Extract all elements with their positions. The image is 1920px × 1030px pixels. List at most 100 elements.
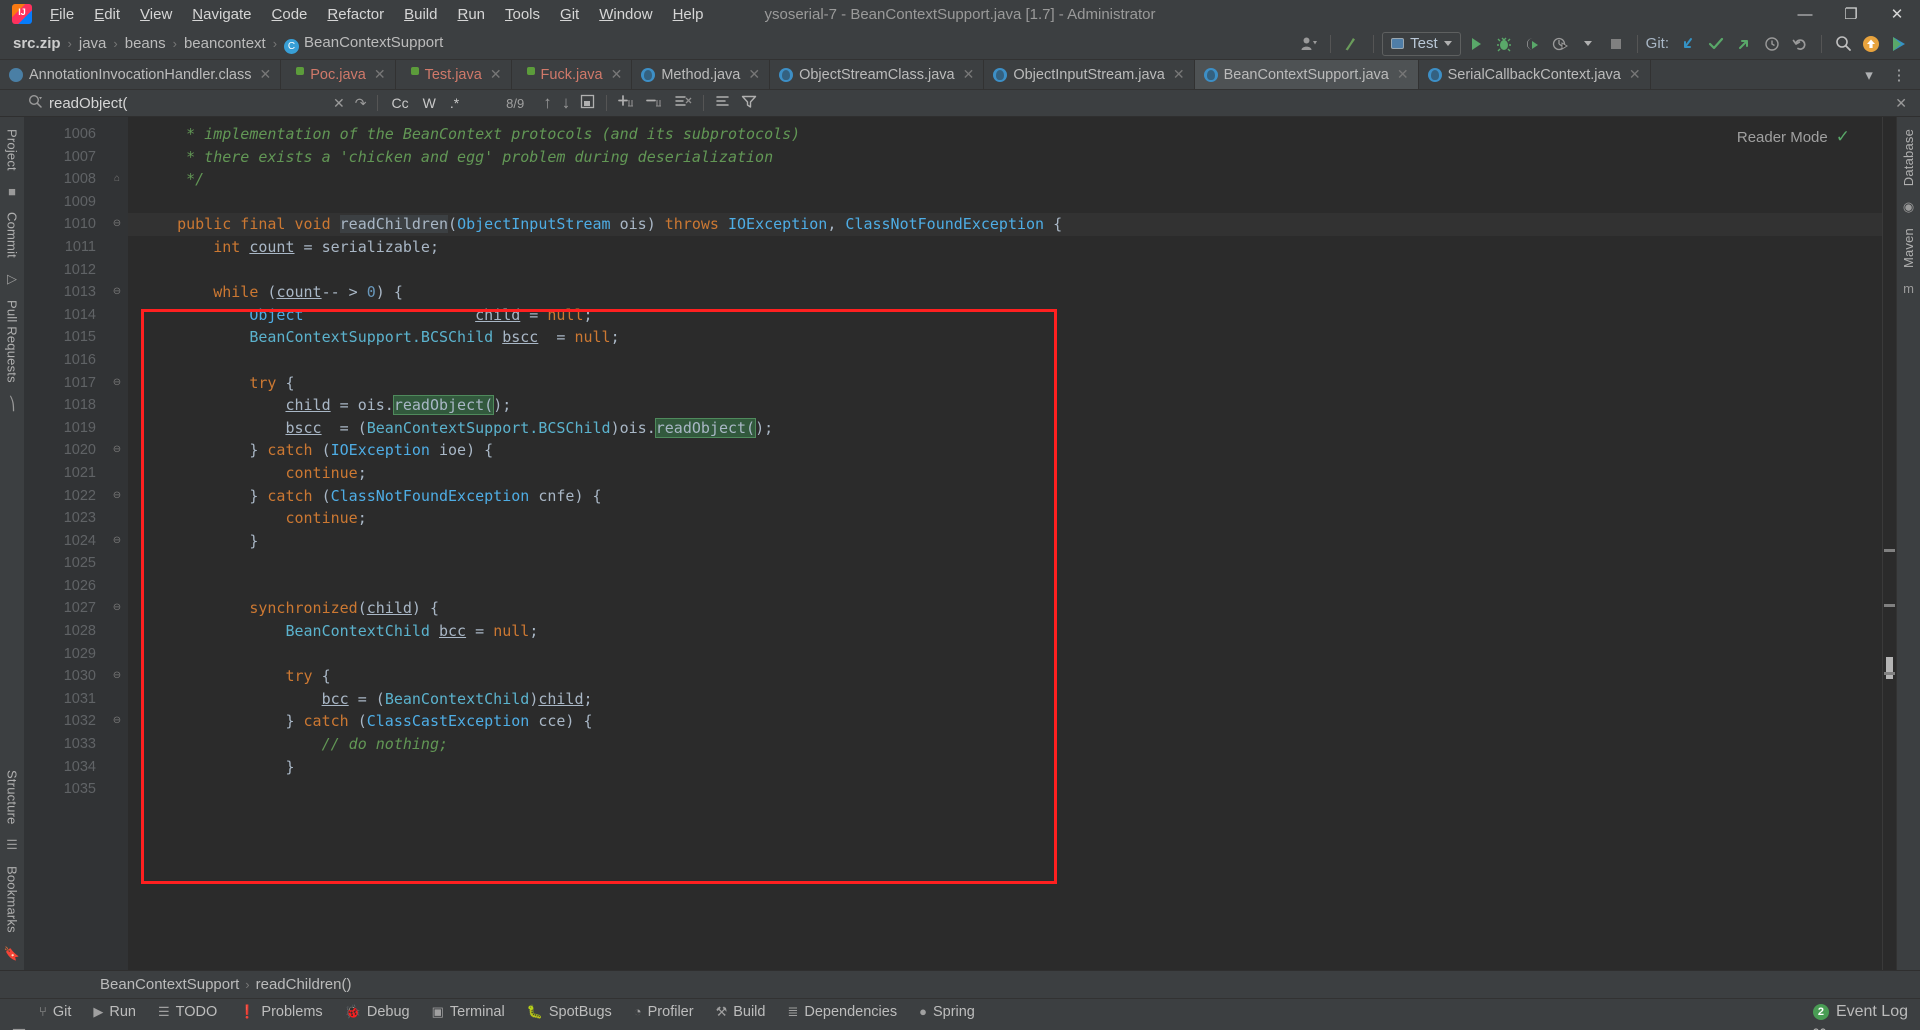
git-commit-icon[interactable]	[1703, 31, 1729, 57]
menu-tools[interactable]: Tools	[495, 2, 550, 27]
tool-window-build[interactable]: ⚒ Build	[705, 1001, 777, 1023]
line-number[interactable]: 1025	[24, 552, 106, 575]
editor-tab-method-java[interactable]: Method.java ✕	[632, 60, 771, 89]
event-log-widget[interactable]: 2 Event Log	[1812, 1003, 1920, 1021]
breadcrumb-beancontext[interactable]: beancontext	[181, 35, 269, 52]
build-project-icon[interactable]	[1339, 31, 1365, 57]
close-tab-icon[interactable]: ✕	[611, 66, 623, 83]
code-line[interactable]: BeanContextChild bcc = null;	[128, 620, 1896, 643]
close-tab-icon[interactable]: ✕	[748, 66, 760, 83]
code-line[interactable]: while (count-- > 0) {	[128, 281, 1896, 304]
tool-window-spotbugs[interactable]: 🐛 SpotBugs	[516, 1001, 623, 1023]
line-number[interactable]: 1033	[24, 733, 106, 756]
code-line[interactable]: * there exists a 'chicken and egg' probl…	[128, 146, 1896, 169]
error-stripe[interactable]	[1882, 117, 1896, 970]
line-number[interactable]: 1012	[24, 259, 106, 282]
code-line[interactable]: public final void readChildren(ObjectInp…	[128, 213, 1896, 236]
line-number[interactable]: 1034	[24, 756, 106, 779]
close-tab-icon[interactable]: ✕	[490, 66, 502, 83]
editor-tab-poc-java[interactable]: Poc.java ✕	[281, 60, 396, 89]
editor-tab-beancontextsupport-java[interactable]: BeanContextSupport.java ✕	[1194, 60, 1419, 89]
line-number[interactable]: 1019	[24, 417, 106, 440]
editor-tab-objectinputstream-java[interactable]: ObjectInputStream.java ✕	[984, 60, 1195, 89]
close-tab-icon[interactable]: ✕	[1397, 66, 1409, 83]
preview-icon[interactable]	[710, 94, 736, 112]
code-line[interactable]: } catch (ClassNotFoundException cnfe) {	[128, 485, 1896, 508]
line-number[interactable]: 1032	[24, 710, 106, 733]
menu-edit[interactable]: Edit	[84, 2, 130, 27]
code-line[interactable]: bcc = (BeanContextChild)child;	[128, 688, 1896, 711]
code-line[interactable]: */	[128, 168, 1896, 191]
editor-tab-fuck-java[interactable]: Fuck.java ✕	[512, 60, 633, 89]
line-number[interactable]: 1007	[24, 146, 106, 169]
code-line[interactable]: }	[128, 756, 1896, 779]
editor-tab-serialcallbackcontext-java[interactable]: SerialCallbackContext.java ✕	[1419, 60, 1651, 89]
breadcrumb-class-name[interactable]: BeanContextSupport	[100, 976, 239, 993]
arrow-up-icon[interactable]: ↑	[538, 93, 557, 113]
git-push-icon[interactable]	[1731, 31, 1757, 57]
menu-refactor[interactable]: Refactor	[317, 2, 394, 27]
code-line[interactable]	[128, 349, 1896, 372]
run-with-coverage-button[interactable]	[1519, 31, 1545, 57]
line-number[interactable]: 1006	[24, 123, 106, 146]
search-input[interactable]: readObject(	[28, 94, 328, 113]
close-tab-icon[interactable]: ✕	[1173, 66, 1185, 83]
clear-search-icon[interactable]: ✕	[328, 95, 350, 112]
sidebar-item-pull-requests[interactable]: Pull Requests	[5, 292, 20, 391]
notification-icon[interactable]	[1858, 31, 1884, 57]
select-all-occurrences-icon[interactable]	[575, 94, 600, 112]
editor-tab-objectstreamclass-java[interactable]: ObjectStreamClass.java ✕	[770, 60, 985, 89]
fold-toggle-icon[interactable]: ⊖	[106, 439, 128, 462]
breadcrumb-java[interactable]: java	[76, 35, 110, 52]
line-number[interactable]: 1035	[24, 778, 106, 801]
close-tab-icon[interactable]: ✕	[1629, 66, 1641, 83]
code-line[interactable]: BeanContextSupport.BCSChild bscc = null;	[128, 326, 1896, 349]
line-number[interactable]: 1009	[24, 191, 106, 214]
code-line[interactable]: try {	[128, 372, 1896, 395]
code-line[interactable]: bscc = (BeanContextSupport.BCSChild)ois.…	[128, 417, 1896, 440]
chevron-down-icon[interactable]	[1575, 31, 1601, 57]
line-number[interactable]: 1023	[24, 507, 106, 530]
maximize-button[interactable]: ❐	[1828, 0, 1874, 28]
sidebar-item-bookmarks[interactable]: Bookmarks	[5, 858, 20, 941]
ide-feature-trainer-icon[interactable]	[1886, 31, 1912, 57]
fold-toggle-icon[interactable]: ⊖	[106, 213, 128, 236]
run-configuration-selector[interactable]: Test	[1382, 31, 1461, 56]
git-update-project-icon[interactable]	[1675, 31, 1701, 57]
editor[interactable]: 1006 1007 1008 1009 1010 1011 1012 1013 1014 1015…	[24, 117, 1896, 970]
line-number[interactable]: 1010	[24, 213, 106, 236]
fold-toggle-icon[interactable]: ⊖	[106, 665, 128, 688]
code-line[interactable]: }	[128, 530, 1896, 553]
code-line[interactable]	[128, 191, 1896, 214]
regex-toggle[interactable]: .*	[443, 95, 466, 111]
arrow-down-icon[interactable]: ↓	[557, 93, 576, 113]
fold-toggle-icon[interactable]: ⊖	[106, 372, 128, 395]
menu-git[interactable]: Git	[550, 2, 589, 27]
minimize-button[interactable]: —	[1782, 0, 1828, 28]
search-history-icon[interactable]: ↷	[350, 95, 372, 112]
code-line[interactable]: int count = serializable;	[128, 236, 1896, 259]
line-number[interactable]: 1011	[24, 236, 106, 259]
sidebar-item-maven[interactable]: Maven	[1901, 220, 1916, 276]
code-line[interactable]: try {	[128, 665, 1896, 688]
tool-window-spring[interactable]: ● Spring	[908, 1001, 986, 1023]
exclude-icon[interactable]	[669, 94, 697, 112]
fold-toggle-icon[interactable]: ⌂	[106, 168, 128, 191]
code-line[interactable]: // do nothing;	[128, 733, 1896, 756]
sidebar-item-commit[interactable]: Commit	[5, 204, 20, 266]
menu-run[interactable]: Run	[447, 2, 495, 27]
code-line[interactable]	[128, 778, 1896, 801]
tab-overflow-icon[interactable]: ▾	[1856, 62, 1882, 88]
line-number[interactable]: 1027	[24, 597, 106, 620]
line-number[interactable]: 1028	[24, 620, 106, 643]
code-line[interactable]: continue;	[128, 507, 1896, 530]
sidebar-item-structure[interactable]: Structure	[5, 762, 20, 833]
tool-window-dependencies[interactable]: ≣ Dependencies	[776, 1001, 908, 1023]
editor-tab-test-java[interactable]: Test.java ✕	[396, 60, 512, 89]
code-line[interactable]	[128, 643, 1896, 666]
menu-help[interactable]: Help	[663, 2, 714, 27]
line-number[interactable]: 1016	[24, 349, 106, 372]
stop-button[interactable]	[1603, 31, 1629, 57]
line-number[interactable]: 1008	[24, 168, 106, 191]
tool-window-profiler[interactable]: ◔ Profiler	[623, 1001, 705, 1023]
